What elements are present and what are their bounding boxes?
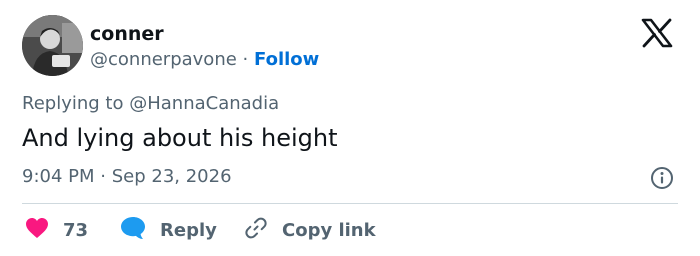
reply-mention-link[interactable]: @HannaCanadia [129,93,279,114]
tweet-time: 9:04 PM [22,166,95,187]
divider [22,203,678,204]
reply-label: Reply [160,219,217,241]
handle-separator: · [242,49,249,70]
heart-icon [25,217,49,244]
x-logo-icon[interactable] [640,18,674,48]
follow-button[interactable]: Follow [254,49,319,70]
speech-bubble-icon [120,216,146,245]
replying-to: Replying to @HannaCanadia [22,92,279,116]
like-count: 73 [63,219,89,241]
replying-to-label: Replying to [22,93,124,114]
copy-link-button[interactable]: Copy link [244,216,376,244]
author-handle[interactable]: @connerpavone [90,49,237,70]
like-button[interactable]: 73 [25,216,88,244]
info-icon[interactable] [650,166,674,190]
author-handle-row: @connerpavone · Follow [90,48,319,72]
avatar[interactable] [22,15,83,76]
timestamp-separator: · [100,166,106,187]
tweet-timestamp[interactable]: 9:04 PM · Sep 23, 2026 [22,165,232,189]
reply-button[interactable]: Reply [120,216,217,244]
link-icon [244,216,268,245]
tweet-text: And lying about his height [22,124,338,152]
copy-link-label: Copy link [282,219,376,241]
author-name[interactable]: conner [90,22,164,46]
tweet-date: Sep 23, 2026 [111,166,232,187]
